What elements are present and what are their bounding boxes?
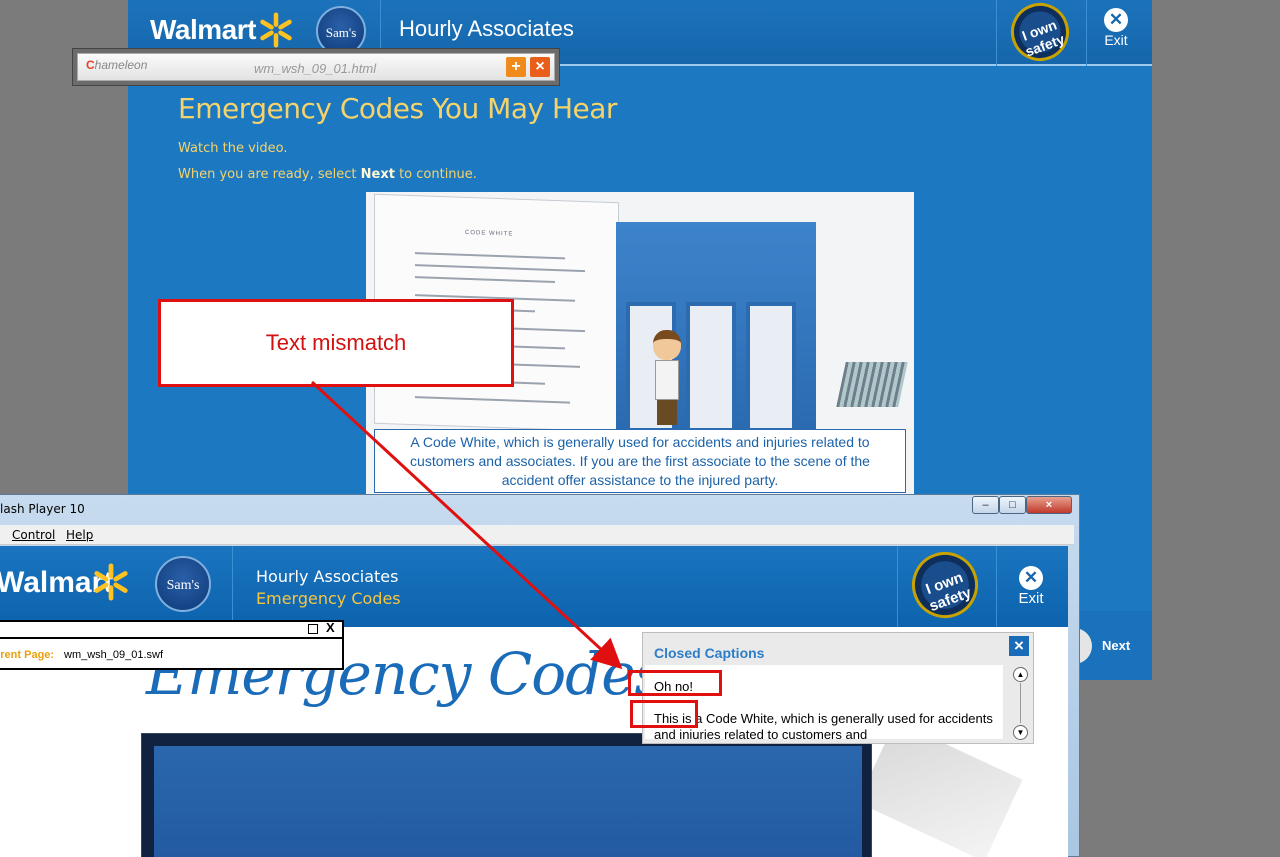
annotation-highlight-box <box>628 670 722 696</box>
current-page-value: wm_wsh_09_01.swf <box>64 649 164 661</box>
course-header: Walmart Sam's Hourly Associates Emergenc… <box>0 546 1068 628</box>
exit-button[interactable]: ✕ Exit <box>1012 566 1050 607</box>
header-divider <box>232 546 233 627</box>
header-subtitle: Emergency Codes <box>256 589 401 608</box>
close-button[interactable]: × <box>530 57 550 77</box>
chameleon-toolbar[interactable]: Chameleon wm_wsh_09_01.html + × <box>72 48 560 86</box>
scroll-down-icon[interactable]: ▼ <box>1013 725 1028 740</box>
video-associate-illustration <box>649 330 683 425</box>
instruction-text: When you are ready, select Next to conti… <box>178 167 477 182</box>
panel-titlebar-line <box>0 637 342 639</box>
scroll-up-icon[interactable]: ▲ <box>1013 667 1028 682</box>
window-title: lash Player 10 <box>0 502 85 516</box>
video-store-illustration <box>616 222 816 432</box>
header-title: Hourly Associates <box>256 567 399 586</box>
next-label: Next <box>1102 638 1131 653</box>
video-player[interactable] <box>141 733 872 857</box>
exit-label: Exit <box>1104 32 1128 48</box>
next-button[interactable]: Next <box>1070 611 1152 680</box>
walmart-spark-icon <box>260 12 292 48</box>
header-divider <box>996 0 997 66</box>
video-carts-illustration <box>836 362 908 407</box>
walmart-spark-icon <box>94 563 128 601</box>
annotation-text: Text mismatch <box>265 330 407 355</box>
instruction-next-bold: Next <box>360 167 395 182</box>
close-circle-icon: ✕ <box>1019 566 1043 590</box>
closed-captions-title: Closed Captions <box>654 645 765 661</box>
current-page-panel: X rrent Page: wm_wsh_09_01.swf <box>0 620 344 670</box>
page-heading: Emergency Codes You May Hear <box>178 92 617 125</box>
i-own-safety-badge: I own safety <box>902 546 988 628</box>
plus-button[interactable]: + <box>506 57 526 77</box>
instruction-part: to continue. <box>394 167 477 182</box>
instruction-part: When you are ready, select <box>178 167 361 182</box>
sams-club-logo: Sam's <box>155 556 211 612</box>
i-own-safety-badge: I own safety <box>1002 0 1078 70</box>
window-close-button[interactable]: × <box>1026 496 1072 514</box>
maximize-button[interactable]: □ <box>999 496 1026 514</box>
instruction-text: Watch the video. <box>178 141 288 156</box>
annotation-callout: Text mismatch <box>158 299 514 387</box>
annotation-highlight-box <box>630 700 698 728</box>
captions-close-button[interactable]: × <box>1009 636 1029 656</box>
maximize-icon[interactable] <box>308 624 318 634</box>
chameleon-logo: Chameleon <box>86 58 147 72</box>
header-divider <box>897 546 898 627</box>
panel-close-button[interactable]: X <box>326 620 335 635</box>
current-page-label: rrent Page: <box>0 649 55 661</box>
header-divider <box>1086 0 1087 66</box>
scroll-track[interactable] <box>1020 683 1021 723</box>
close-circle-icon: ✕ <box>1104 8 1128 32</box>
menu-help[interactable]: Help <box>66 528 93 542</box>
exit-label: Exit <box>1018 590 1044 607</box>
chameleon-filename: wm_wsh_09_01.html <box>254 61 377 76</box>
captions-scrollbar[interactable]: ▲ ▼ <box>1013 665 1029 741</box>
minimize-button[interactable]: – <box>972 496 999 514</box>
header-divider <box>996 546 997 627</box>
caption-line: This is a Code White, which is generally… <box>654 711 993 739</box>
menu-control[interactable]: Control <box>12 528 55 542</box>
menu-bar: Control Help <box>0 525 1074 545</box>
chameleon-logo-c: C <box>86 58 95 72</box>
header-title: Hourly Associates <box>399 16 574 41</box>
walmart-logo: Walmart <box>150 14 256 45</box>
chameleon-logo-text: hameleon <box>94 58 148 72</box>
video-caption: A Code White, which is generally used fo… <box>374 429 906 493</box>
exit-button[interactable]: ✕ Exit <box>1098 8 1134 48</box>
